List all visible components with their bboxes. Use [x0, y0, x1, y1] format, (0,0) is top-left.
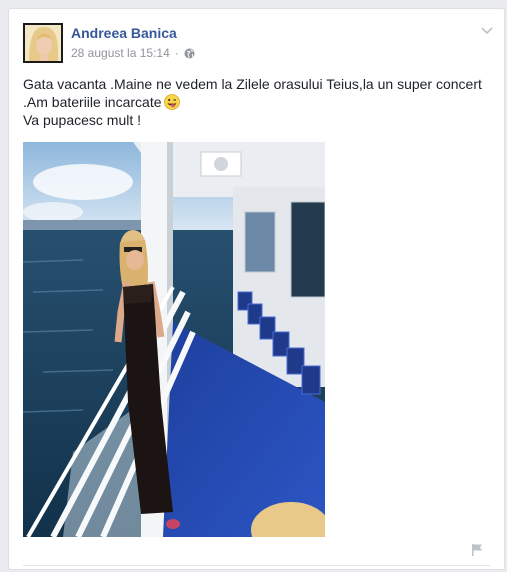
post-text-line-1: Gata vacanta .Maine ne vedem la Zilele o…: [23, 76, 482, 110]
meta-separator: ·: [174, 46, 179, 60]
author-name[interactable]: Andreea Banica: [71, 25, 177, 41]
globe-icon[interactable]: [184, 48, 195, 59]
post-text: Gata vacanta .Maine ne vedem la Zilele o…: [23, 75, 498, 129]
author-avatar[interactable]: [23, 23, 63, 63]
flag-icon[interactable]: [470, 543, 484, 557]
chevron-down-icon[interactable]: [480, 23, 494, 37]
divider: [23, 565, 490, 566]
post-timestamp[interactable]: 28 august la 15:14: [71, 46, 170, 60]
ferry-deck-photo[interactable]: [23, 142, 325, 537]
post-card: Andreea Banica 28 august la 15:14 · Gata…: [8, 8, 505, 570]
post-text-line-2: Va pupacesc mult !: [23, 112, 142, 128]
post-meta: 28 august la 15:14 ·: [71, 46, 195, 60]
tongue-wink-emoji-icon: [163, 94, 180, 110]
post-text-paragraph: Gata vacanta .Maine ne vedem la Zilele o…: [23, 75, 498, 111]
